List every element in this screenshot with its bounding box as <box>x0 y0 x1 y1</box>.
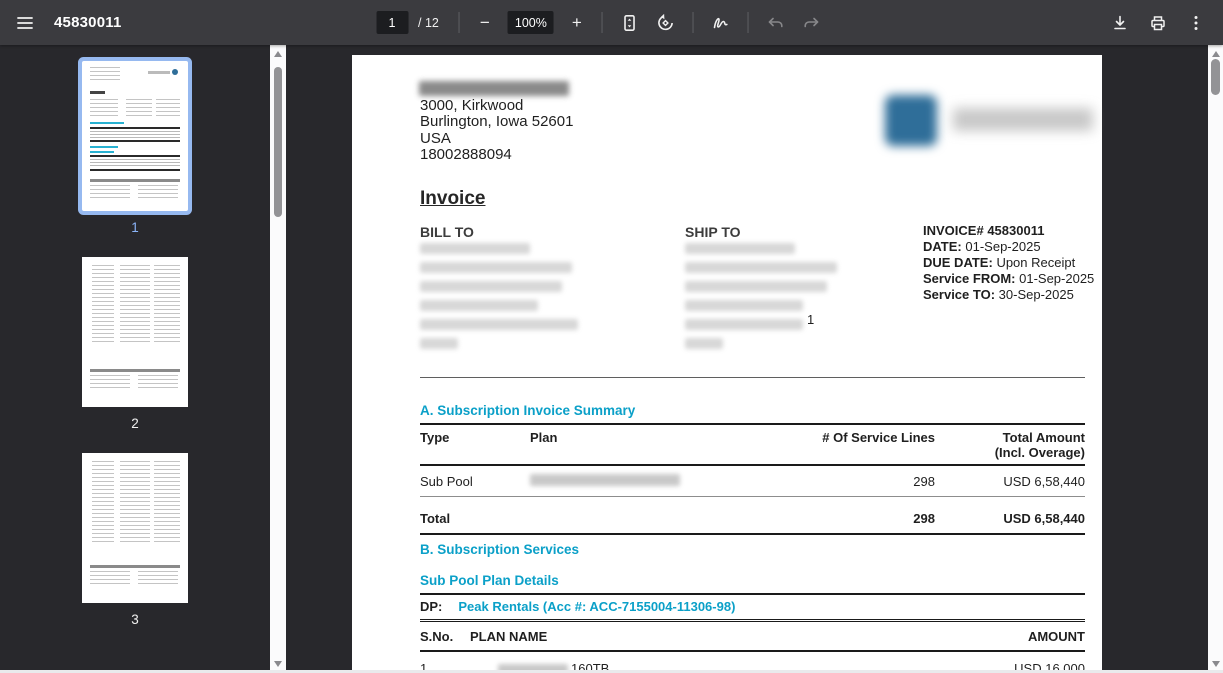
section-a-heading: A. Subscription Invoice Summary <box>420 403 635 418</box>
col-amount: AMOUNT <box>925 629 1085 644</box>
cell-amount: USD 6,58,440 <box>935 474 1085 489</box>
due-date-line: DUE DATE: Upon Receipt <box>923 255 1094 271</box>
col-type: Type <box>420 430 530 460</box>
col-service-lines: # Of Service Lines <box>775 430 935 460</box>
toolbar-separator <box>459 12 460 33</box>
redacted-company-name <box>419 81 569 96</box>
invoice-date-line: DATE: 01-Sep-2025 <box>923 239 1094 255</box>
sender-phone: 18002888094 <box>420 147 573 163</box>
thumbnail-page-2[interactable]: 2 <box>82 241 188 437</box>
sub-pool-details-heading: Sub Pool Plan Details <box>420 573 1085 595</box>
thumbnail-page-1[interactable]: 1 <box>82 45 188 241</box>
invoice-number-line: INVOICE# 45830011 <box>923 223 1094 239</box>
toolbar-separator <box>693 12 694 33</box>
sender-address-line: USA <box>420 131 573 147</box>
zoom-out-button[interactable]: − <box>470 6 500 40</box>
sender-address: 3000, Kirkwood Burlington, Iowa 52601 US… <box>420 98 573 163</box>
ship-to-visible-digit: 1 <box>807 312 814 327</box>
pdf-toolbar: 45830011 / 12 − 100% + <box>0 0 1223 45</box>
thumbnail-scrollbar[interactable] <box>270 45 286 673</box>
redacted-ship-to-address <box>685 243 865 357</box>
document-scrollbar-thumb[interactable] <box>1211 59 1220 95</box>
service-from-line: Service FROM: 01-Sep-2025 <box>923 271 1094 287</box>
service-to-line: Service TO: 30-Sep-2025 <box>923 287 1094 303</box>
summary-table-header: Type Plan # Of Service Lines Total Amoun… <box>420 423 1085 466</box>
invoice-heading: Invoice <box>420 188 485 210</box>
section-b-heading: B. Subscription Services <box>420 542 579 557</box>
scroll-down-arrow[interactable] <box>1208 657 1223 671</box>
pdf-page-1: 3000, Kirkwood Burlington, Iowa 52601 US… <box>352 55 1102 673</box>
redacted-logo-text <box>953 108 1093 131</box>
dp-account-row: DP: Peak Rentals (Acc #: ACC-7155004-1130… <box>420 595 1085 622</box>
cell-service-lines: 298 <box>775 474 935 489</box>
thumbnail-preview-1 <box>82 61 188 211</box>
page-number-input[interactable] <box>376 11 408 34</box>
invoice-meta: INVOICE# 45830011 DATE: 01-Sep-2025 DUE … <box>923 223 1094 303</box>
toolbar-separator <box>602 12 603 33</box>
sender-address-line: 3000, Kirkwood <box>420 98 573 114</box>
redo-icon[interactable] <box>795 6 829 40</box>
viewer-content: 1 2 3 <box>0 45 1223 673</box>
bill-to-label: BILL TO <box>420 224 474 240</box>
table-row: Sub Pool 298 USD 6,58,440 <box>420 466 1085 497</box>
scroll-up-arrow[interactable] <box>270 47 286 61</box>
dp-label: DP: <box>420 599 442 614</box>
redacted-bill-to-address <box>420 243 600 357</box>
ship-to-label: SHIP TO <box>685 224 741 240</box>
zoom-in-button[interactable]: + <box>562 6 592 40</box>
total-amount: USD 6,58,440 <box>935 511 1085 526</box>
total-label: Total <box>420 511 530 526</box>
annotate-pen-icon[interactable] <box>704 6 738 40</box>
thumbnail-number-3: 3 <box>131 612 139 627</box>
scroll-down-arrow[interactable] <box>270 657 286 671</box>
page-count-label: / 12 <box>418 16 439 30</box>
document-title: 45830011 <box>54 14 122 31</box>
thumbnail-page-3[interactable]: 3 <box>82 437 188 633</box>
toolbar-separator <box>748 12 749 33</box>
print-icon[interactable] <box>1141 6 1175 40</box>
menu-icon[interactable] <box>8 6 42 40</box>
details-table-header: S.No. PLAN NAME AMOUNT <box>420 622 1085 652</box>
thumbnail-preview-3 <box>82 453 188 603</box>
thumbnail-scrollbar-thumb[interactable] <box>274 67 282 217</box>
undo-icon[interactable] <box>759 6 793 40</box>
document-scrollbar[interactable] <box>1208 45 1223 673</box>
col-total-amount: Total Amount (Incl. Overage) <box>935 430 1085 460</box>
zoom-level[interactable]: 100% <box>508 11 554 34</box>
table-total-row: Total 298 USD 6,58,440 <box>420 502 1085 535</box>
rotate-icon[interactable] <box>649 6 683 40</box>
sub-pool-details-table: Sub Pool Plan Details DP: Peak Rentals (A… <box>420 573 1085 673</box>
more-options-icon[interactable] <box>1179 6 1213 40</box>
fit-page-icon[interactable] <box>613 6 647 40</box>
sender-address-line: Burlington, Iowa 52601 <box>420 114 573 130</box>
dp-account-value: Peak Rentals (Acc #: ACC-7155004-11306-9… <box>458 599 735 614</box>
cell-type: Sub Pool <box>420 474 530 489</box>
thumbnail-preview-2 <box>82 257 188 407</box>
download-icon[interactable] <box>1103 6 1137 40</box>
redacted-logo-mark <box>885 95 937 146</box>
subscription-summary-table: Type Plan # Of Service Lines Total Amoun… <box>420 423 1085 535</box>
col-sno: S.No. <box>420 629 470 644</box>
thumbnail-number-2: 2 <box>131 416 139 431</box>
redacted-plan-name <box>530 474 775 489</box>
col-plan: Plan <box>530 430 775 460</box>
section-divider <box>420 377 1085 378</box>
total-service-lines: 298 <box>775 511 935 526</box>
thumbnail-number-1: 1 <box>131 220 139 235</box>
thumbnail-panel: 1 2 3 <box>0 45 270 673</box>
col-plan-name: PLAN NAME <box>470 629 925 644</box>
